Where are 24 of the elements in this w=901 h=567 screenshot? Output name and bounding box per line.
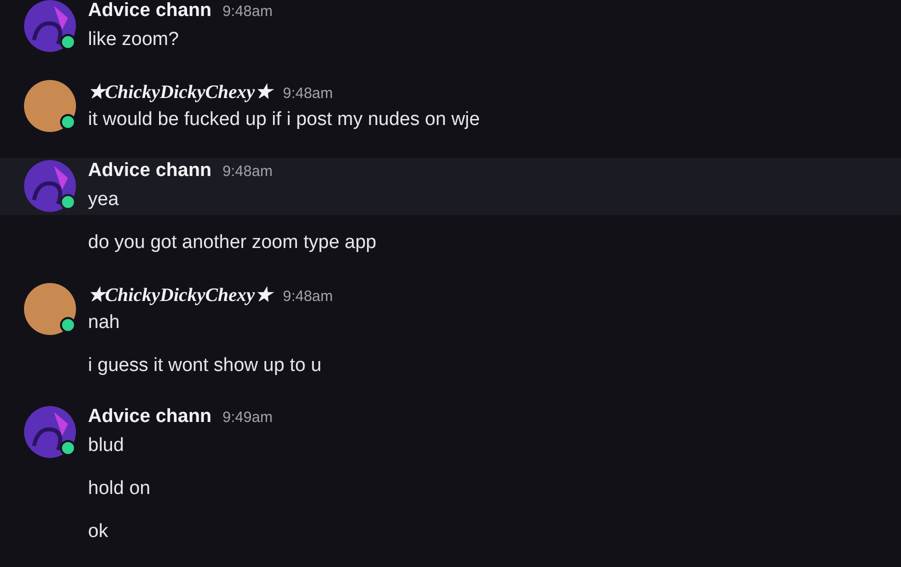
message-text: yea bbox=[88, 188, 120, 212]
message-timestamp: 9:48am bbox=[282, 85, 333, 102]
author-name[interactable]: Advice chann bbox=[88, 0, 212, 22]
message-timestamp: 9:48am bbox=[282, 288, 333, 305]
message-text: ok bbox=[88, 520, 108, 544]
message-timestamp: 9:49am bbox=[222, 409, 273, 426]
message-text: nah bbox=[88, 311, 121, 335]
avatar-drawing[interactable] bbox=[24, 160, 76, 212]
avatar-drawing[interactable] bbox=[24, 406, 76, 458]
author-name[interactable]: ★ChickyDickyChexy★ bbox=[88, 283, 272, 307]
message-text: it would be fucked up if i post my nudes on wje bbox=[88, 108, 480, 132]
author-name[interactable]: ★ChickyDickyChexy★ bbox=[88, 80, 272, 104]
avatar-drawing[interactable] bbox=[24, 0, 76, 52]
message-text: do you got another zoom type app bbox=[88, 231, 376, 255]
message-text: blud bbox=[88, 434, 125, 458]
message-timestamp: 9:48am bbox=[222, 3, 273, 20]
avatar-photo-placeholder[interactable] bbox=[24, 283, 76, 335]
message-text: hold on bbox=[88, 477, 150, 501]
message-text: i guess it wont show up to u bbox=[88, 354, 322, 378]
message-timestamp: 9:48am bbox=[222, 163, 273, 180]
avatar-photo-placeholder[interactable] bbox=[24, 80, 76, 132]
message-text: like zoom? bbox=[88, 28, 180, 52]
author-name[interactable]: Advice chann bbox=[88, 160, 212, 182]
author-name[interactable]: Advice chann bbox=[88, 406, 212, 428]
